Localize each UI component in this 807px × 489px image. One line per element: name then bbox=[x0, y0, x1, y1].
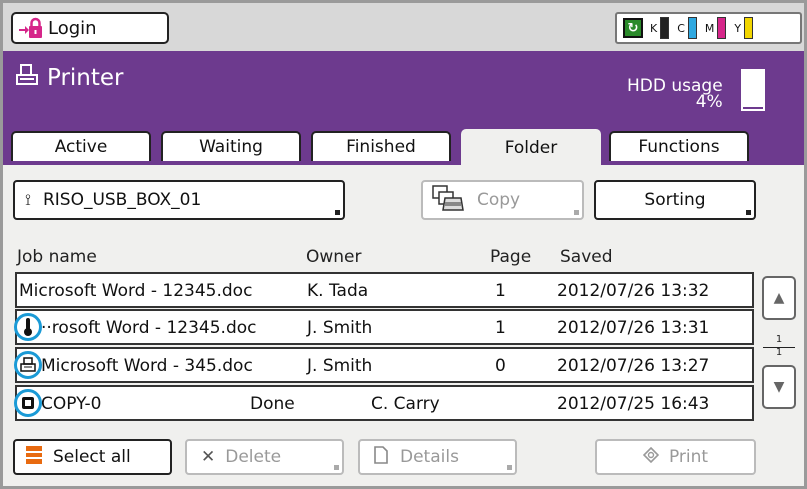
column-header-page[interactable]: Page bbox=[490, 247, 531, 267]
triangle-down-icon: ▼ bbox=[773, 379, 785, 395]
dropdown-corner-icon bbox=[746, 210, 751, 215]
x-icon: ✕ bbox=[201, 447, 216, 467]
sorting-label: Sorting bbox=[644, 190, 706, 210]
table-row[interactable]: Microsoft Word - 345.doc J. Smith 0 2012… bbox=[14, 347, 754, 383]
job-list: Microsoft Word - 12345.doc K. Tada 1 201… bbox=[14, 272, 754, 422]
print-label: Print bbox=[668, 447, 709, 467]
copy-icon bbox=[431, 184, 465, 217]
sorting-button[interactable]: Sorting bbox=[594, 180, 756, 220]
select-all-label: Select all bbox=[53, 447, 131, 467]
triangle-up-icon: ▲ bbox=[773, 290, 785, 306]
page-title: Printer bbox=[15, 63, 124, 93]
delete-label: Delete bbox=[225, 447, 282, 467]
print-button[interactable]: Print bbox=[595, 439, 756, 475]
tab-finished-label: Finished bbox=[346, 137, 416, 157]
job-name: ··rosoft Word - 12345.doc bbox=[41, 318, 257, 338]
job-saved: 2012/07/26 13:27 bbox=[557, 356, 710, 376]
copy-label: Copy bbox=[477, 190, 521, 210]
tab-folder[interactable]: Folder bbox=[461, 129, 601, 165]
status-bar: Login ↻ K C M Y bbox=[3, 3, 804, 51]
tab-folder-label: Folder bbox=[504, 138, 558, 158]
page-current: 1 bbox=[775, 334, 783, 345]
details-icon bbox=[374, 445, 388, 469]
table-row[interactable]: COPY-0 Done C. Carry 2012/07/25 16:43 bbox=[14, 385, 754, 421]
copy-button[interactable]: Copy bbox=[421, 180, 584, 220]
page-total: 1 bbox=[775, 347, 783, 358]
tab-active[interactable]: Active bbox=[11, 131, 151, 161]
dropdown-corner-icon bbox=[507, 465, 512, 470]
print-diamond-icon bbox=[642, 446, 660, 468]
hdd-usage-fill bbox=[743, 107, 763, 109]
column-header-job[interactable]: Job name bbox=[17, 247, 97, 267]
tab-finished[interactable]: Finished bbox=[311, 131, 451, 161]
folder-name: RISO_USB_BOX_01 bbox=[42, 190, 202, 210]
job-name: Microsoft Word - 345.doc bbox=[41, 356, 253, 376]
ink-label-y: Y bbox=[734, 21, 742, 35]
select-all-button[interactable]: Select all bbox=[13, 439, 172, 475]
page-title-text: Printer bbox=[47, 65, 124, 91]
column-header-saved[interactable]: Saved bbox=[560, 247, 613, 267]
ink-bar-c bbox=[687, 17, 697, 39]
job-saved: 2012/07/26 13:31 bbox=[557, 318, 710, 338]
job-owner: J. Smith bbox=[307, 318, 373, 338]
select-all-icon bbox=[25, 445, 43, 470]
details-label: Details bbox=[400, 447, 459, 467]
ink-label-m: M bbox=[704, 21, 715, 35]
usb-icon: ⟟ bbox=[25, 190, 31, 209]
printer-screen: Login ↻ K C M Y Printer HDD usage 4% Act… bbox=[0, 0, 807, 489]
ink-label-c: C bbox=[677, 21, 685, 35]
job-saved: 2012/07/26 13:32 bbox=[557, 281, 710, 301]
job-status: Done bbox=[250, 394, 295, 414]
ink-level-indicator: ↻ K C M Y bbox=[615, 12, 802, 44]
job-pages: 1 bbox=[495, 281, 506, 301]
details-button[interactable]: Details bbox=[358, 439, 517, 475]
scroll-up-button[interactable]: ▲ bbox=[762, 276, 796, 320]
header: Printer HDD usage 4% Active Waiting Fini… bbox=[3, 51, 804, 165]
ink-bar-k bbox=[660, 17, 670, 39]
table-row[interactable]: Microsoft Word - 12345.doc K. Tada 1 201… bbox=[15, 272, 754, 308]
printer-job-icon bbox=[14, 351, 42, 379]
login-label: Login bbox=[48, 17, 97, 39]
hdd-usage-gauge bbox=[741, 69, 765, 111]
job-owner: K. Tada bbox=[307, 281, 369, 301]
eco-mode-icon: ↻ bbox=[623, 18, 643, 38]
folder-select-button[interactable]: ⟟ RISO_USB_BOX_01 bbox=[13, 180, 345, 220]
job-owner: J. Smith bbox=[307, 356, 373, 376]
job-pages: 0 bbox=[495, 356, 506, 376]
ink-label-k: K bbox=[650, 21, 658, 35]
ink-bar-m bbox=[717, 17, 727, 39]
job-saved: 2012/07/25 16:43 bbox=[557, 394, 710, 414]
dropdown-corner-icon bbox=[574, 210, 579, 215]
tab-functions[interactable]: Functions bbox=[609, 131, 749, 161]
hdd-usage-value: 4% bbox=[695, 92, 723, 112]
scroll-down-button[interactable]: ▼ bbox=[762, 365, 796, 409]
lock-icon bbox=[18, 16, 44, 40]
column-header-owner[interactable]: Owner bbox=[306, 247, 362, 267]
dropdown-corner-icon bbox=[335, 210, 340, 215]
tab-waiting[interactable]: Waiting bbox=[161, 131, 301, 161]
ink-bar-y bbox=[744, 17, 754, 39]
printer-icon bbox=[15, 63, 39, 93]
login-button[interactable]: Login bbox=[11, 12, 169, 44]
job-name: COPY-0 bbox=[41, 394, 102, 414]
table-row[interactable]: ··rosoft Word - 12345.doc J. Smith 1 201… bbox=[14, 309, 754, 345]
job-name: Microsoft Word - 12345.doc bbox=[19, 281, 253, 301]
copy-job-icon bbox=[14, 389, 42, 417]
tab-functions-label: Functions bbox=[638, 137, 720, 157]
dropdown-corner-icon bbox=[334, 465, 339, 470]
tab-active-label: Active bbox=[54, 137, 108, 157]
hdd-usage-label: HDD usage 4% bbox=[627, 78, 723, 112]
tab-waiting-label: Waiting bbox=[199, 137, 263, 157]
job-owner: C. Carry bbox=[371, 394, 440, 414]
delete-button[interactable]: ✕ Delete bbox=[185, 439, 344, 475]
job-pages: 1 bbox=[495, 318, 506, 338]
thermometer-icon bbox=[14, 313, 42, 341]
